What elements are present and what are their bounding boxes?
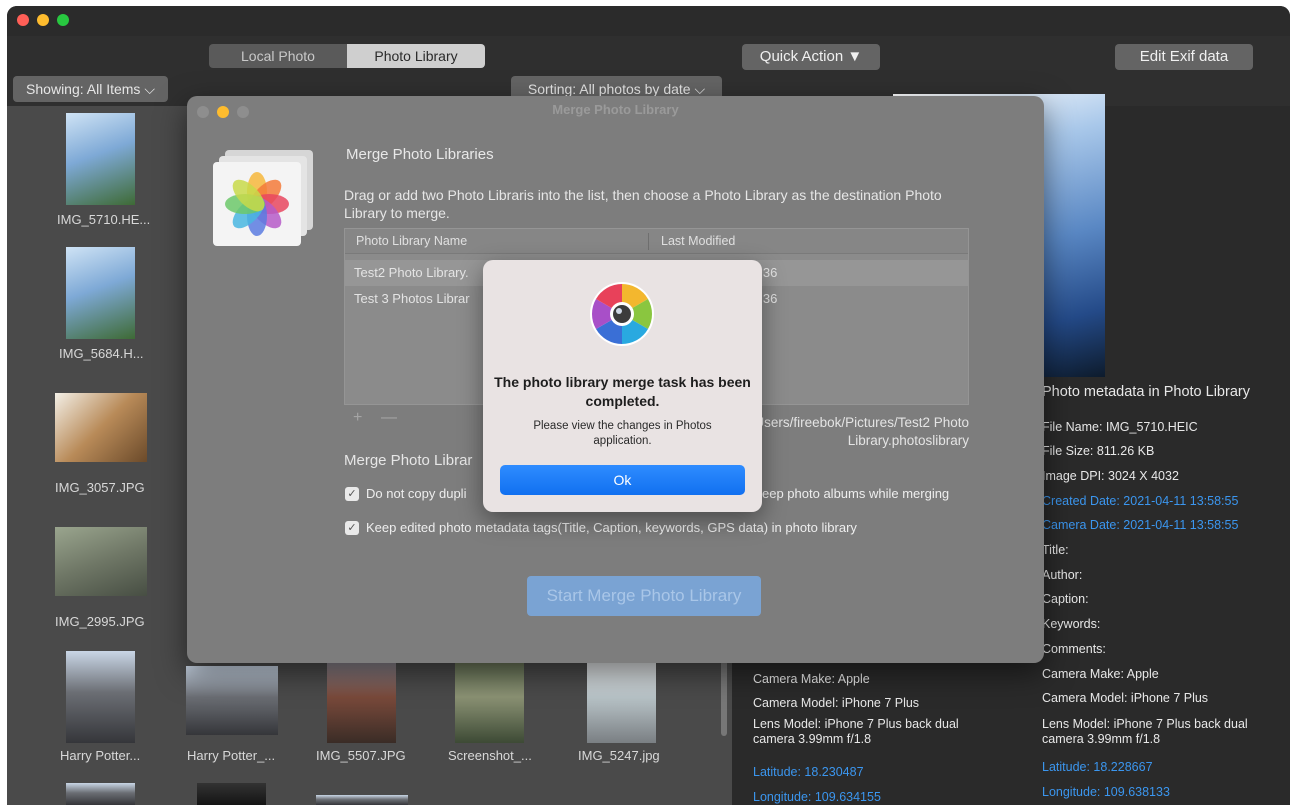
photo-thumbnail[interactable] — [455, 651, 524, 743]
thumbnail-label: IMG_5684.H... — [59, 346, 144, 361]
alert-message: Please view the changes in Photos applic… — [533, 420, 712, 447]
photo-thumbnail[interactable] — [587, 651, 656, 743]
local-latitude[interactable]: Latitude: 18.230487 — [753, 765, 864, 779]
photo-thumbnail[interactable] — [316, 795, 408, 805]
keep-metadata-label: Keep edited photo metadata tags(Title, C… — [366, 520, 857, 535]
latitude[interactable]: Latitude: 18.228667 — [1042, 760, 1153, 774]
minimize-window-button[interactable] — [37, 14, 49, 26]
camera-model: Camera Model: iPhone 7 Plus — [1042, 691, 1209, 705]
merge-heading: Merge Photo Libraries — [346, 146, 494, 163]
tab-local-photo[interactable]: Local Photo — [209, 44, 347, 68]
photo-thumbnail[interactable] — [55, 527, 147, 596]
dialog-title: Merge Photo Library — [552, 102, 679, 117]
keywords-field: Keywords: — [1042, 617, 1101, 631]
row-library-name: Test2 Photo Library. — [354, 265, 469, 280]
zoom-window-button[interactable] — [57, 14, 69, 26]
start-merge-button[interactable]: Start Merge Photo Library — [527, 576, 761, 616]
merge-complete-alert: The photo library merge task has been co… — [483, 260, 762, 512]
ok-button[interactable]: Ok — [500, 465, 745, 495]
merge-options-heading: Merge Photo Librar — [344, 452, 473, 469]
column-header-name[interactable]: Photo Library Name — [356, 229, 467, 254]
no-duplicates-checkbox[interactable]: ✓ — [345, 487, 359, 501]
camera-date[interactable]: Camera Date: 2021-04-11 13:58:55 — [1042, 518, 1238, 532]
row-library-name: Test 3 Photos Librar — [354, 291, 470, 306]
created-date[interactable]: Created Date: 2021-04-11 13:58:55 — [1042, 494, 1238, 508]
local-longitude[interactable]: Longitude: 109.634155 — [753, 790, 881, 804]
thumbnail-label: IMG_5247.jpg — [578, 748, 660, 763]
author-field: Author: — [1042, 568, 1083, 582]
app-aperture-icon — [590, 282, 654, 346]
destination-library-path: Users/fireebok/Pictures/Test2 Photo Libr… — [754, 415, 969, 448]
column-divider — [648, 233, 649, 250]
remove-library-button[interactable]: — — [381, 409, 397, 427]
thumbnail-label: Harry Potter_... — [187, 748, 276, 763]
thumbnail-label: IMG_5507.JPG — [316, 748, 406, 763]
photos-app-icon — [213, 150, 313, 246]
longitude[interactable]: Longitude: 109.638133 — [1042, 785, 1170, 799]
caption-field: Caption: — [1042, 592, 1089, 606]
close-window-button[interactable] — [17, 14, 29, 26]
image-dpi: Image DPI: 3024 X 4032 — [1042, 469, 1179, 483]
keep-albums-label: eep photo albums while merging — [762, 486, 950, 501]
add-library-button[interactable]: + — [353, 409, 362, 427]
metadata-heading: Photo metadata in Photo Library — [1042, 384, 1250, 400]
photo-thumbnail[interactable] — [186, 666, 278, 735]
lens-model: Lens Model: iPhone 7 Plus back dual came… — [1042, 717, 1248, 746]
quick-action-button[interactable]: Quick Action ▼ — [742, 44, 880, 70]
file-size: File Size: 811.26 KB — [1042, 444, 1155, 458]
title-bar — [7, 6, 1290, 36]
comments-field: Comments: — [1042, 642, 1106, 656]
no-duplicates-label: Do not copy dupli — [366, 486, 467, 501]
title-field: Title: — [1042, 543, 1069, 557]
app-window: Local Photo Photo Library Quick Action ▼… — [7, 6, 1290, 805]
thumbnail-label: IMG_5710.HE... — [57, 212, 151, 227]
camera-make: Camera Make: Apple — [1042, 667, 1159, 681]
local-camera-model: Camera Model: iPhone 7 Plus — [753, 696, 920, 710]
edit-exif-button[interactable]: Edit Exif data — [1115, 44, 1253, 70]
photo-thumbnail[interactable] — [66, 783, 135, 805]
photo-thumbnail[interactable] — [66, 113, 135, 205]
thumbnail-label: Screenshot_... — [448, 748, 532, 763]
local-camera-make: Camera Make: Apple — [753, 672, 870, 686]
alert-title: The photo library merge task has been co… — [494, 374, 751, 409]
photo-thumbnail[interactable] — [66, 247, 135, 339]
thumbnail-label: Harry Potter... — [60, 748, 141, 763]
photo-thumbnail[interactable] — [197, 783, 266, 805]
photo-thumbnail[interactable] — [66, 651, 135, 743]
table-header: Photo Library Name Last Modified — [345, 229, 968, 254]
thumbnail-label: IMG_3057.JPG — [55, 480, 145, 495]
tab-photo-library[interactable]: Photo Library — [347, 44, 485, 68]
showing-filter-dropdown[interactable]: Showing: All Items ⌵ — [13, 76, 168, 102]
photo-thumbnail[interactable] — [327, 651, 396, 743]
photo-thumbnail[interactable] — [55, 393, 147, 462]
keep-metadata-checkbox[interactable]: ✓ — [345, 521, 359, 535]
local-lens-model: Lens Model: iPhone 7 Plus back dual came… — [753, 717, 959, 746]
merge-description: Drag or add two Photo Libraris into the … — [344, 187, 942, 221]
thumbnail-label: IMG_2995.JPG — [55, 614, 145, 629]
file-name: File Name: IMG_5710.HEIC — [1042, 420, 1198, 434]
column-header-modified[interactable]: Last Modified — [661, 229, 735, 254]
